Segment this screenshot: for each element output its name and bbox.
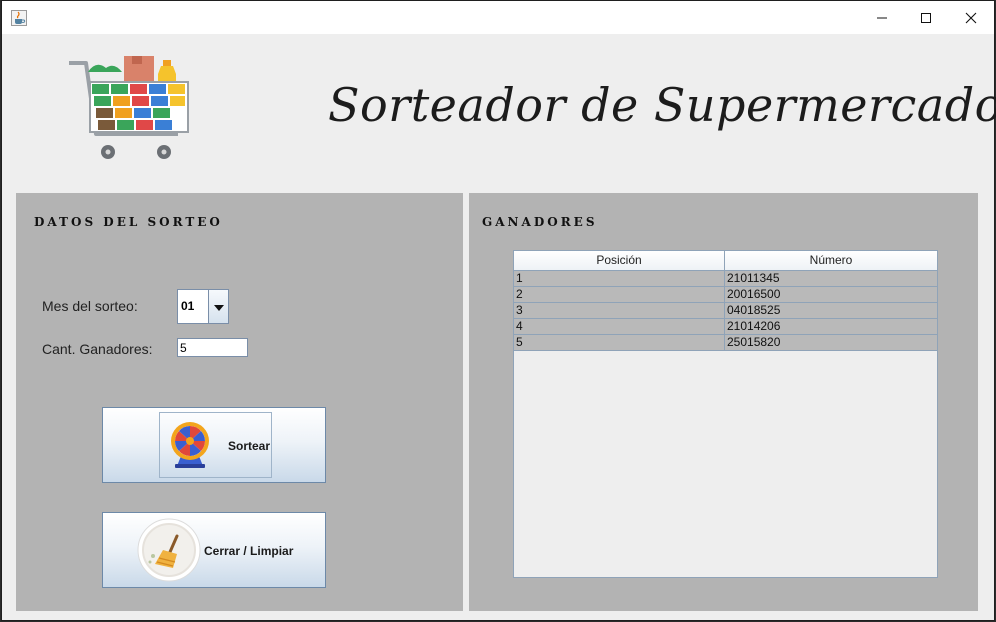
maximize-icon xyxy=(920,12,932,24)
table-row[interactable]: 3 04018525 xyxy=(514,303,937,319)
table-row[interactable]: 2 20016500 xyxy=(514,287,937,303)
table-row[interactable]: 4 21014206 xyxy=(514,319,937,335)
chevron-down-icon xyxy=(213,300,224,314)
table-row[interactable]: 5 25015820 xyxy=(514,335,937,351)
table-cell: 04018525 xyxy=(727,303,781,317)
column-header-number[interactable]: Número xyxy=(725,251,937,270)
title-bar xyxy=(2,1,994,34)
close-icon xyxy=(965,12,977,24)
app-window: Sorteador de Supermercado DATOS DEL SORT… xyxy=(1,0,996,621)
close-button[interactable] xyxy=(948,1,994,34)
table-cell: 5 xyxy=(514,335,725,350)
draw-data-panel: DATOS DEL SORTEO Mes del sorteo: 01 Cant… xyxy=(16,193,463,611)
table-cell: 21014206 xyxy=(727,319,781,333)
month-label: Mes del sorteo: xyxy=(42,298,138,314)
winners-table[interactable]: Posición Número 1 21011345 2 20016500 3 … xyxy=(513,250,938,578)
month-select-value: 01 xyxy=(181,299,195,313)
draw-button[interactable]: Sortear xyxy=(102,407,326,483)
java-cup-icon xyxy=(11,10,27,26)
winners-count-label: Cant. Ganadores: xyxy=(42,341,153,357)
winners-panel: GANADORES Posición Número 1 21011345 2 2… xyxy=(469,193,978,611)
month-select-arrow[interactable] xyxy=(208,290,228,323)
table-header: Posición Número xyxy=(514,251,937,271)
close-clear-button-label: Cerrar / Limpiar xyxy=(204,544,294,558)
broom-icon xyxy=(137,518,201,585)
table-cell: 2 xyxy=(514,287,725,302)
winners-count-field[interactable] xyxy=(177,338,248,357)
panel-heading: GANADORES xyxy=(482,215,598,229)
table-cell: 1 xyxy=(514,271,725,286)
draw-button-label: Sortear xyxy=(228,439,271,453)
maximize-button[interactable] xyxy=(903,1,949,34)
table-row[interactable]: 1 21011345 xyxy=(514,271,937,287)
shopping-cart-icon xyxy=(66,52,192,164)
table-cell: 21011345 xyxy=(727,271,780,285)
table-cell: 3 xyxy=(514,303,725,318)
close-clear-button[interactable]: Cerrar / Limpiar xyxy=(102,512,326,588)
table-cell: 4 xyxy=(514,319,725,334)
table-cell: 20016500 xyxy=(727,287,781,301)
minimize-icon xyxy=(876,12,888,24)
column-header-position[interactable]: Posición xyxy=(514,251,725,270)
month-select[interactable]: 01 xyxy=(177,289,229,324)
app-header: Sorteador de Supermercado xyxy=(2,34,996,194)
panel-heading: DATOS DEL SORTEO xyxy=(34,215,223,229)
app-title: Sorteador de Supermercado xyxy=(328,78,996,132)
minimize-button[interactable] xyxy=(859,1,905,34)
prize-wheel-icon xyxy=(169,420,211,473)
table-cell: 25015820 xyxy=(727,335,781,349)
